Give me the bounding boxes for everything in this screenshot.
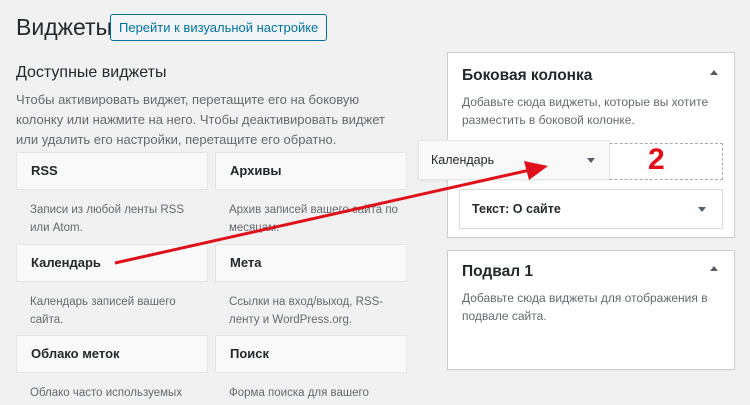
arrow-head-icon xyxy=(524,161,548,180)
drag-arrow-annotation xyxy=(114,161,548,265)
step-number: 2 xyxy=(648,143,665,176)
arrow-line xyxy=(114,168,531,265)
